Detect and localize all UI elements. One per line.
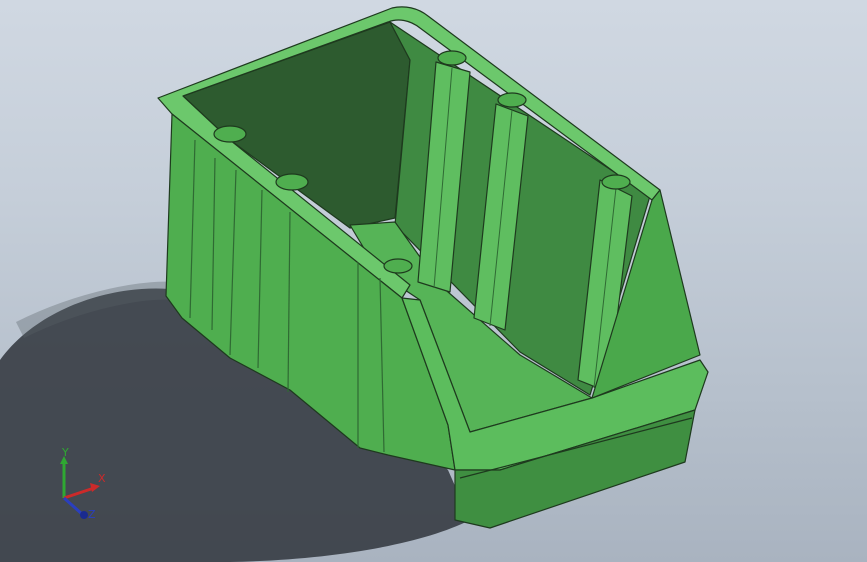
- axis-triad: Y X Z: [60, 448, 106, 521]
- z-axis-line: [63, 496, 83, 516]
- y-axis-label: Y: [61, 448, 69, 459]
- graphics-viewport[interactable]: Y X Z: [0, 0, 867, 562]
- x-axis-label: X: [98, 472, 106, 485]
- z-axis-label: Z: [88, 508, 96, 521]
- x-axis-line: [63, 486, 95, 500]
- z-axis-end-icon: [80, 511, 88, 519]
- model-view[interactable]: [0, 0, 867, 562]
